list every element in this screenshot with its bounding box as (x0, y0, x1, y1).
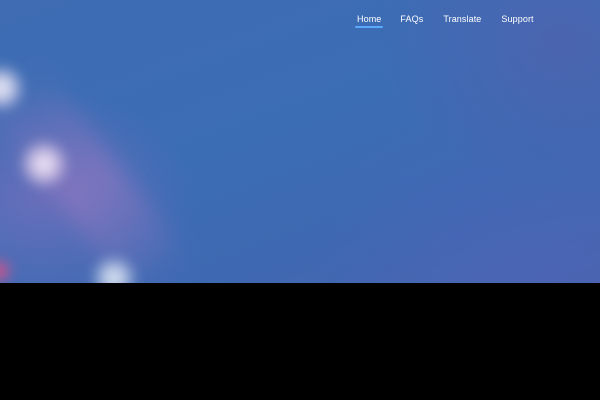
nav-item-label: Home (357, 14, 382, 24)
active-underline (355, 26, 384, 28)
bokeh-light (20, 140, 68, 188)
black-footer-band (0, 283, 600, 400)
nav-item-label: Support (501, 14, 534, 24)
bokeh-light-pink (0, 258, 12, 283)
nav-item-label: Translate (443, 14, 482, 24)
page: Home FAQs Translate Support (0, 0, 600, 400)
nav-item-support[interactable]: Support (499, 13, 535, 28)
nav-item-faqs[interactable]: FAQs (398, 13, 425, 28)
main-nav: Home FAQs Translate Support (355, 13, 536, 28)
nav-item-translate[interactable]: Translate (441, 13, 483, 28)
nav-item-label: FAQs (400, 14, 424, 24)
hero-background: Home FAQs Translate Support (0, 0, 600, 283)
nav-item-home[interactable]: Home (355, 13, 384, 28)
